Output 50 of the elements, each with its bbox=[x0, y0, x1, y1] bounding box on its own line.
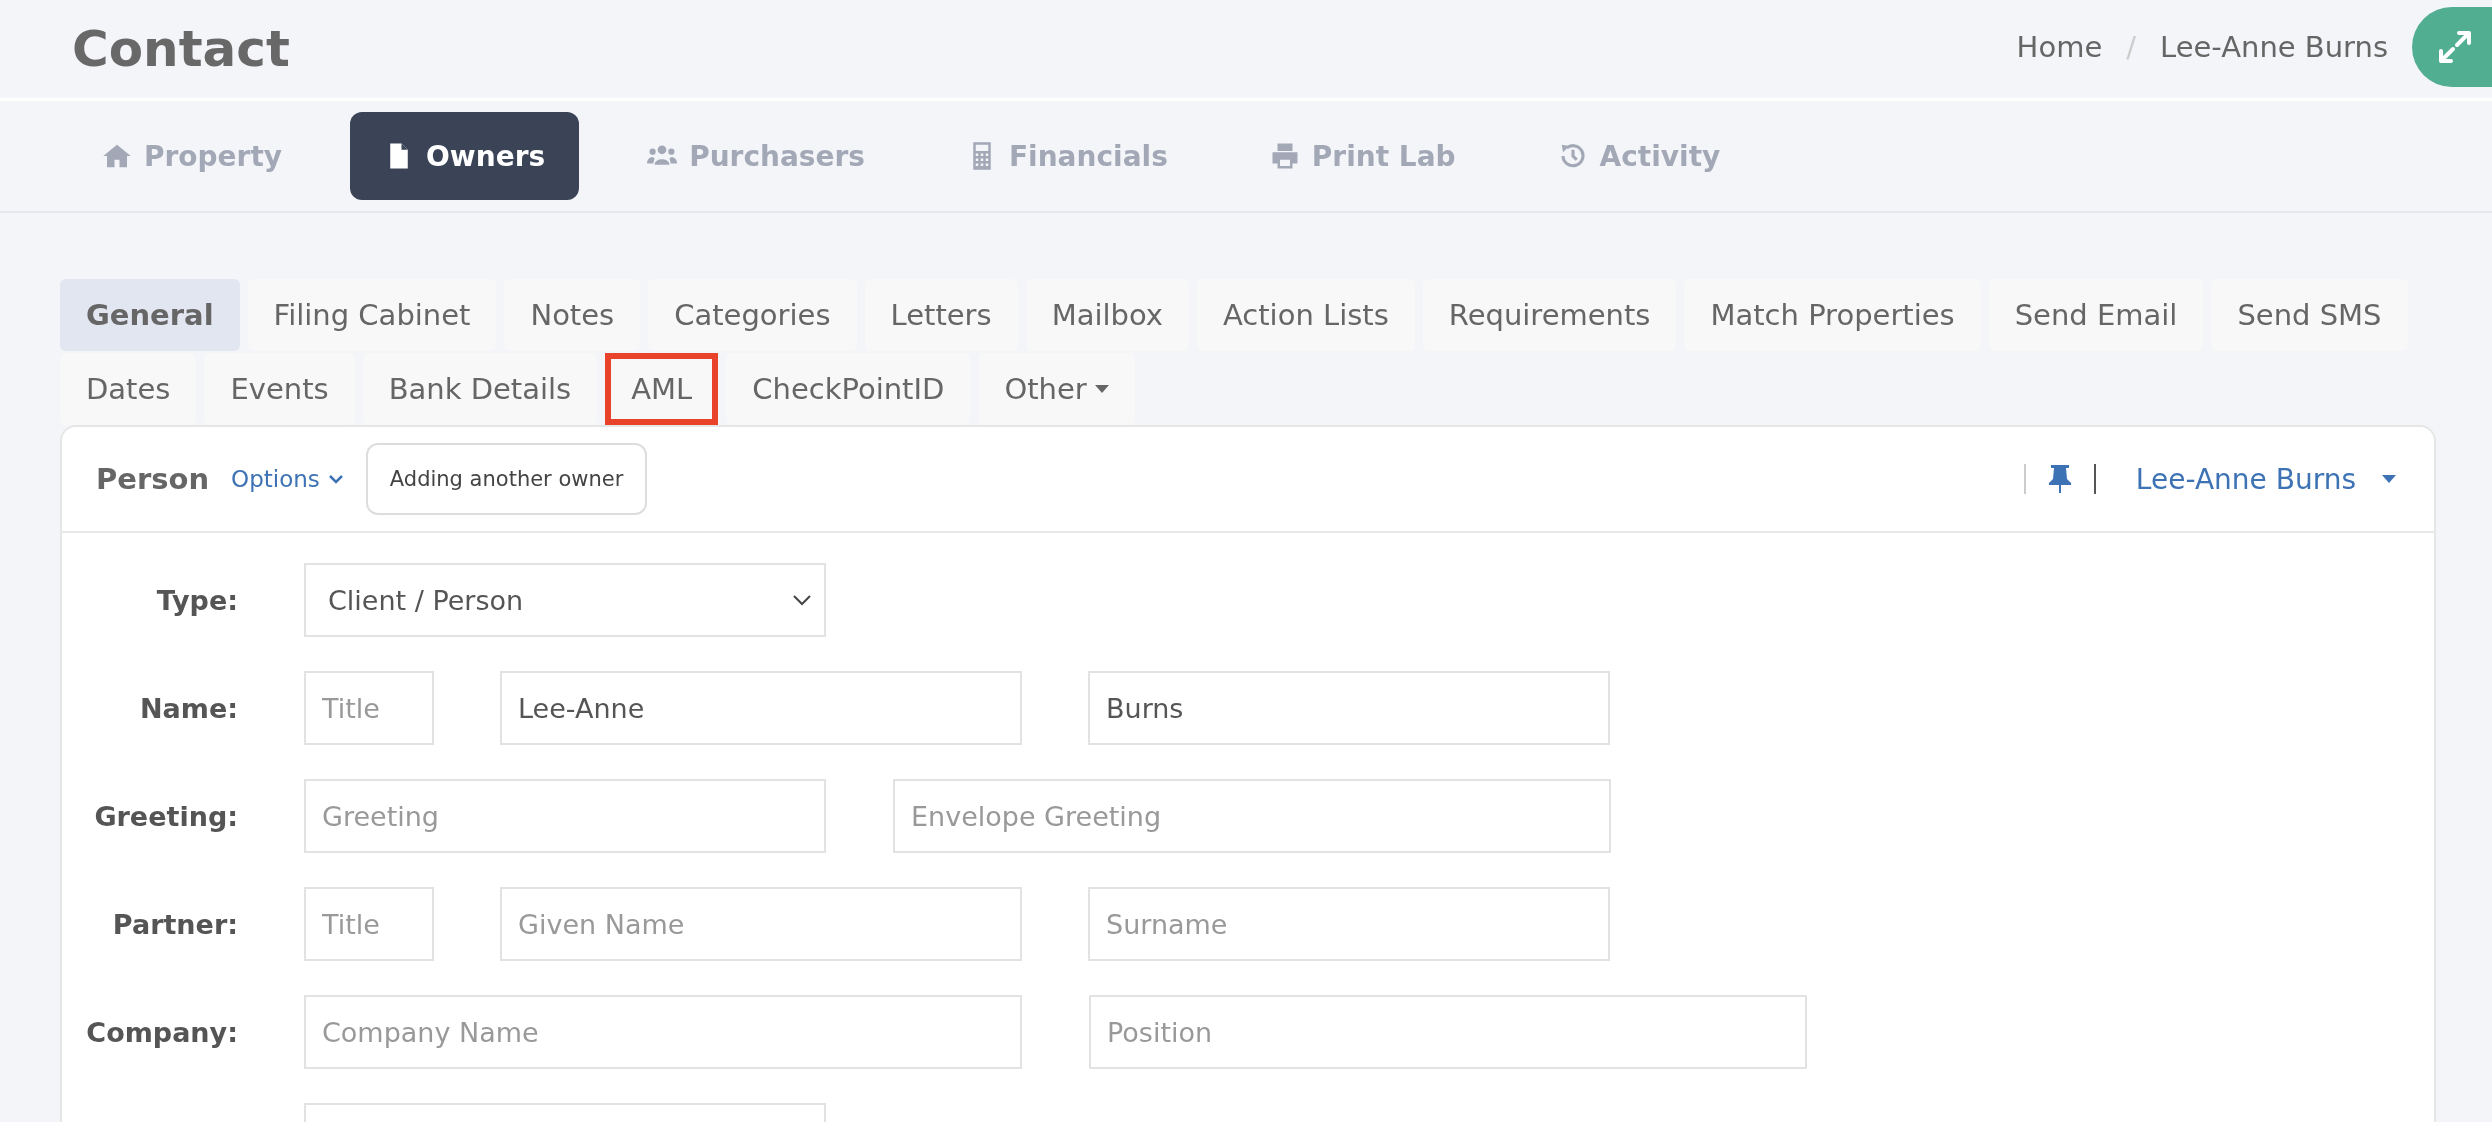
add-owner-button[interactable]: Adding another owner bbox=[365, 443, 648, 515]
tab[interactable]: Action Lists bbox=[1196, 279, 1415, 351]
input-field[interactable]: Title bbox=[304, 671, 434, 745]
input-field[interactable]: Title bbox=[304, 887, 434, 961]
tab[interactable]: Categories bbox=[648, 279, 857, 351]
caret-icon bbox=[2380, 474, 2398, 484]
chevron-icon bbox=[792, 594, 812, 606]
breadcrumb-link[interactable]: Home bbox=[2016, 30, 2103, 64]
breadcrumb-separator: / bbox=[2126, 30, 2136, 64]
divider-bar bbox=[2093, 464, 2096, 494]
field-label: Company: bbox=[86, 1016, 238, 1048]
options-dropdown[interactable]: Options bbox=[231, 466, 344, 492]
tab[interactable]: Bank Details bbox=[362, 353, 598, 425]
field-label: Name: bbox=[139, 692, 238, 724]
tab[interactable]: General bbox=[60, 279, 240, 351]
input-field[interactable]: Envelope Greeting bbox=[893, 779, 1611, 853]
field-label: Type: bbox=[156, 584, 238, 616]
tab[interactable]: Notes bbox=[504, 279, 641, 351]
input-field[interactable]: Surname bbox=[1088, 887, 1610, 961]
tab[interactable]: Send Email bbox=[1988, 279, 2204, 351]
pin-icon bbox=[2047, 463, 2072, 495]
input-field[interactable]: Given Name bbox=[500, 887, 1022, 961]
type-select[interactable]: Client / Person bbox=[304, 563, 826, 637]
tab[interactable]: Match Properties bbox=[1684, 279, 1981, 351]
tab[interactable]: CheckPointID bbox=[726, 353, 971, 425]
tab[interactable]: Dates bbox=[60, 353, 197, 425]
divider-bar bbox=[2023, 464, 2026, 494]
pin-button[interactable] bbox=[2047, 463, 2072, 495]
tab[interactable]: AML bbox=[605, 353, 719, 425]
field-label: Greeting: bbox=[94, 800, 238, 832]
expand-button[interactable] bbox=[2412, 7, 2492, 87]
field-label: Partner: bbox=[112, 908, 238, 940]
input-field[interactable]: Company Name bbox=[304, 995, 1022, 1069]
breadcrumb-link[interactable]: Lee-Anne Burns bbox=[2160, 30, 2388, 64]
input-field[interactable]: Lee-Anne bbox=[500, 671, 1022, 745]
input-field[interactable]: Position bbox=[1089, 995, 1807, 1069]
contact-dropdown[interactable]: Lee-Anne Burns bbox=[2129, 461, 2404, 497]
tab[interactable]: Filing Cabinet bbox=[247, 279, 497, 351]
input-field[interactable]: Greeting bbox=[304, 779, 826, 853]
chevron-icon bbox=[327, 474, 344, 484]
tab[interactable]: Requirements bbox=[1422, 279, 1677, 351]
input-field[interactable]: Burns bbox=[1088, 671, 1610, 745]
page-title: Contact bbox=[72, 20, 290, 78]
tab[interactable]: Letters bbox=[864, 279, 1018, 351]
tab[interactable]: Events bbox=[204, 353, 355, 425]
tab[interactable]: Other bbox=[978, 353, 1135, 425]
tab[interactable]: Mailbox bbox=[1025, 279, 1189, 351]
nav-tab[interactable]: Owners bbox=[350, 112, 580, 200]
card-title: Person bbox=[96, 462, 210, 496]
tab[interactable]: Send SMS bbox=[2211, 279, 2408, 351]
